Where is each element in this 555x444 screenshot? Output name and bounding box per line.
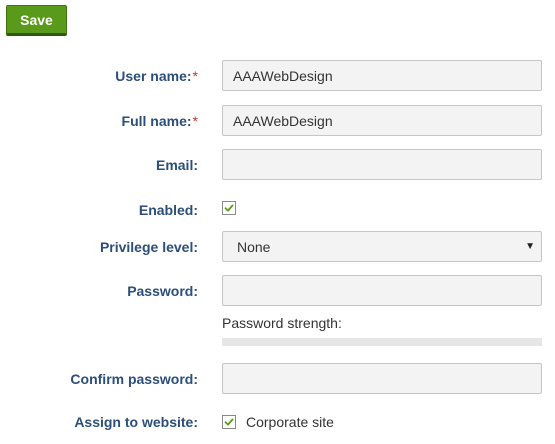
email-input[interactable] [222, 149, 542, 180]
corporate-site-checkbox[interactable] [222, 415, 236, 429]
dropdown-arrow-icon: ▼ [525, 241, 535, 252]
enabled-label: Enabled: [138, 202, 198, 218]
corporate-site-label: Corporate site [246, 414, 334, 430]
password-input[interactable] [222, 275, 542, 306]
required-mark: * [192, 68, 198, 84]
privilege-level-select[interactable]: None ▼ [222, 231, 542, 262]
full-name-label-text: Full name: [121, 113, 192, 129]
password-strength-label: Password strength: [222, 315, 342, 331]
password-strength-bar [222, 338, 542, 346]
full-name-label: Full name:* [122, 112, 198, 130]
user-name-label-text: User name: [115, 68, 192, 84]
user-name-label: User name:* [115, 67, 198, 85]
full-name-input[interactable]: AAAWebDesign [222, 105, 542, 136]
checkmark-icon [224, 204, 234, 212]
user-edit-form-page: Save User name:* AAAWebDesign Full name:… [0, 0, 555, 444]
password-label: Password: [127, 283, 198, 299]
enabled-checkbox[interactable] [222, 201, 236, 215]
confirm-password-label: Confirm password: [70, 371, 198, 387]
assign-to-website-label: Assign to website: [74, 414, 198, 430]
checkmark-icon [224, 418, 234, 426]
email-label: Email: [155, 157, 198, 173]
privilege-level-label: Privilege level: [99, 239, 198, 255]
privilege-level-value: None [237, 238, 271, 255]
user-name-input[interactable]: AAAWebDesign [222, 60, 542, 91]
save-button[interactable]: Save [6, 5, 67, 36]
confirm-password-input[interactable] [222, 363, 542, 394]
required-mark: * [192, 113, 198, 129]
